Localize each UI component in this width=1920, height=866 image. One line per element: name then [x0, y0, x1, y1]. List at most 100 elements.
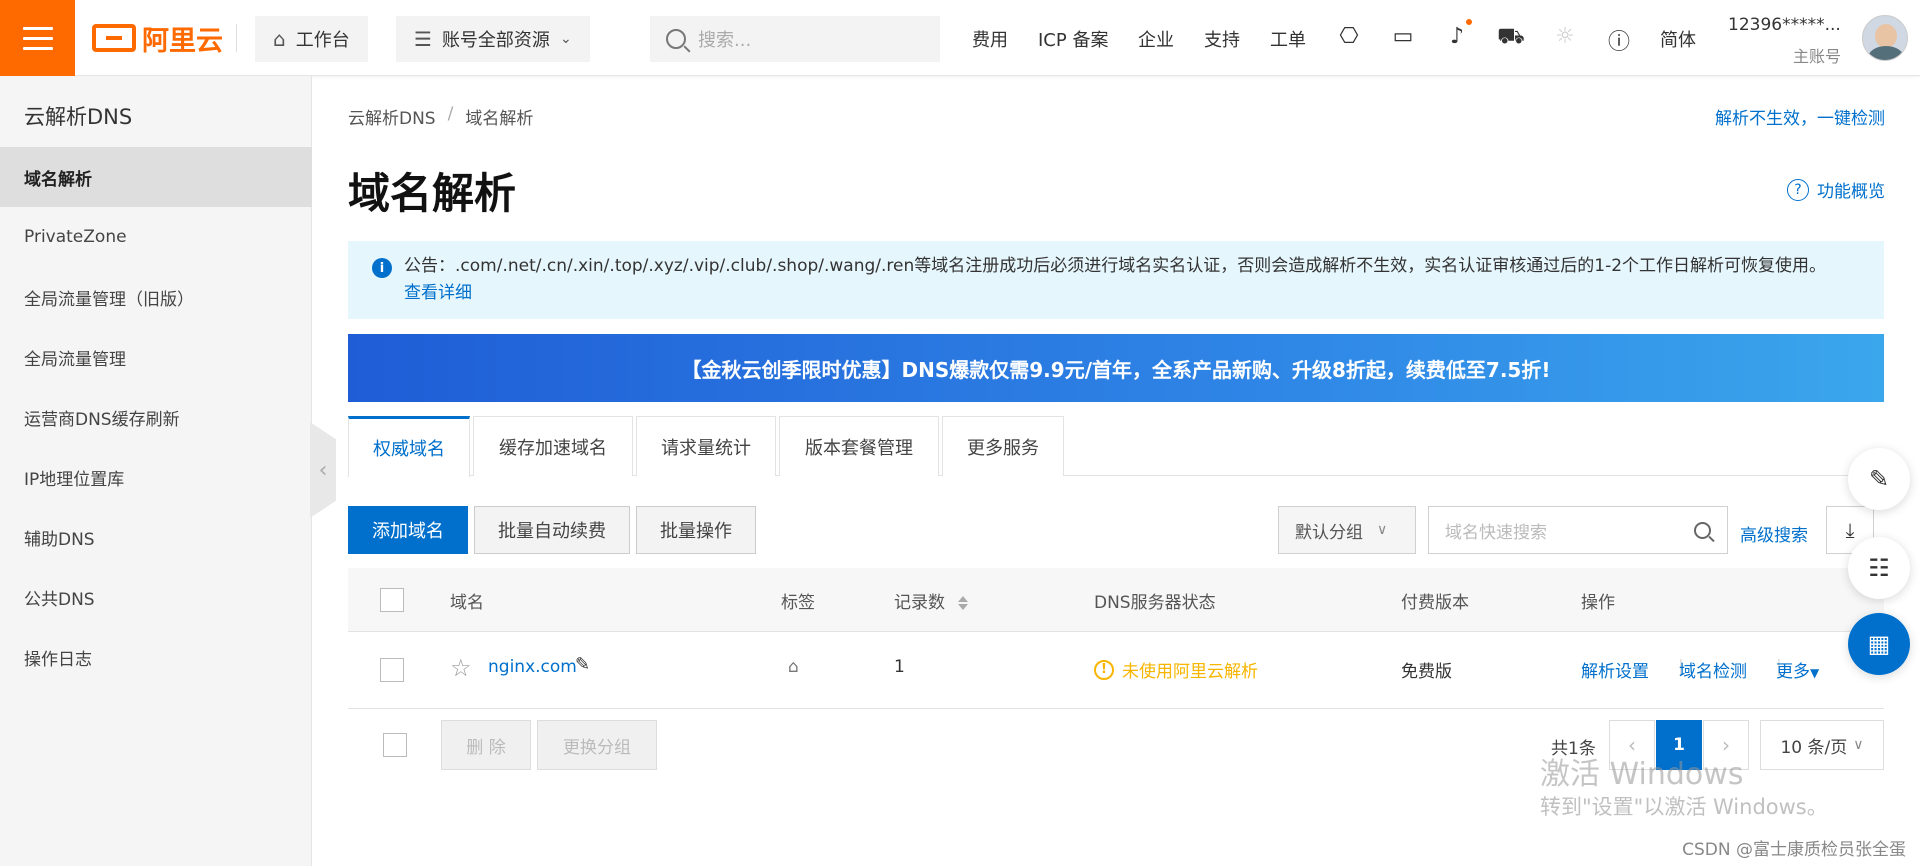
- sidebar-item-secondary-dns[interactable]: 辅助DNS: [0, 507, 312, 567]
- search-icon: [666, 29, 686, 49]
- sidebar-item-privatezone[interactable]: PrivateZone: [0, 207, 312, 267]
- edit-icon[interactable]: ✎: [575, 654, 590, 675]
- more-actions-label: 更多: [1776, 662, 1810, 682]
- question-icon: ?: [1787, 178, 1809, 201]
- star-icon[interactable]: ☆: [450, 654, 472, 682]
- chat-icon[interactable]: ☷: [1848, 537, 1910, 599]
- delete-button[interactable]: 删 除: [441, 720, 531, 770]
- more-actions-link[interactable]: 更多▼: [1776, 657, 1819, 682]
- home-icon: ⌂: [273, 27, 286, 51]
- column-domain: 域名: [450, 593, 484, 613]
- divider: [236, 24, 237, 52]
- aliyun-logo[interactable]: 阿里云: [92, 22, 223, 57]
- add-domain-button[interactable]: 添加域名: [348, 506, 468, 554]
- global-search-input[interactable]: 搜索...: [650, 16, 940, 62]
- workbench-button[interactable]: ⌂ 工作台: [255, 16, 368, 62]
- api-icon[interactable]: ⎔: [1335, 24, 1363, 49]
- edit-float-icon[interactable]: ✎: [1848, 448, 1910, 510]
- notification-dot: [1466, 19, 1472, 25]
- page-size-select[interactable]: 10 条/页 ∨: [1760, 720, 1884, 770]
- language-switch[interactable]: 简体: [1660, 26, 1696, 52]
- lightbulb-icon[interactable]: ☼: [1551, 24, 1579, 49]
- tab-cache-acceleration[interactable]: 缓存加速域名: [473, 416, 633, 476]
- tab-request-stats[interactable]: 请求量统计: [636, 416, 776, 476]
- chevron-down-icon: ⌄: [559, 31, 572, 47]
- nav-support[interactable]: 支持: [1204, 26, 1240, 52]
- domain-check-link[interactable]: 域名检测: [1679, 657, 1747, 682]
- windows-activation-hint: 转到"设置"以激活 Windows。: [1540, 795, 1828, 819]
- footer-select-all-checkbox[interactable]: [383, 733, 407, 757]
- search-icon[interactable]: [1694, 521, 1711, 539]
- cart-icon[interactable]: ⛟: [1497, 24, 1525, 52]
- avatar[interactable]: [1862, 15, 1908, 61]
- sidebar-item-isp-cache-refresh[interactable]: 运营商DNS缓存刷新: [0, 387, 312, 447]
- nav-tickets[interactable]: 工单: [1270, 26, 1306, 52]
- search-placeholder: 搜索...: [698, 30, 752, 51]
- resources-dropdown[interactable]: ☰ 账号全部资源 ⌄: [396, 16, 590, 62]
- one-click-check-link[interactable]: 解析不生效，一键检测: [1715, 104, 1885, 129]
- sidebar-collapse-handle[interactable]: ‹: [310, 422, 336, 518]
- breadcrumb-item[interactable]: 云解析DNS: [348, 104, 436, 129]
- announcement-notice: i 公告：.com/.net/.cn/.xin/.top/.xyz/.vip/.…: [348, 241, 1884, 319]
- sidebar-item-operation-log[interactable]: 操作日志: [0, 627, 312, 687]
- tab-more-services[interactable]: 更多服务: [942, 416, 1064, 476]
- aliyun-logo-icon: [92, 24, 136, 52]
- row-checkbox[interactable]: [380, 658, 404, 682]
- feature-overview-label: 功能概览: [1817, 182, 1885, 202]
- nav-icp[interactable]: ICP 备案: [1038, 26, 1108, 52]
- sidebar-item-gtm-legacy[interactable]: 全局流量管理（旧版）: [0, 267, 312, 327]
- page-size-value: 10 条/页: [1780, 737, 1848, 758]
- tag-icon[interactable]: ⌂: [788, 657, 799, 677]
- chevron-down-icon: ∨: [1377, 522, 1388, 538]
- dns-status: ! 未使用阿里云解析: [1094, 657, 1258, 682]
- page-title: 域名解析: [348, 169, 517, 218]
- menu-icon[interactable]: [0, 0, 75, 76]
- change-group-button[interactable]: 更换分组: [537, 720, 657, 770]
- user-account-name[interactable]: 12396*****...: [1728, 15, 1841, 35]
- resolution-settings-link[interactable]: 解析设置: [1581, 657, 1649, 682]
- sidebar: 云解析DNS 域名解析 PrivateZone 全局流量管理（旧版） 全局流量管…: [0, 76, 312, 866]
- resources-label: 账号全部资源: [441, 30, 550, 51]
- select-all-checkbox[interactable]: [380, 588, 404, 612]
- table-row: ☆ nginx.com ✎ ⌂ 1 ! 未使用阿里云解析 免费版 解析设置 | …: [348, 632, 1884, 709]
- group-select[interactable]: 默认分组 ∨: [1278, 506, 1416, 554]
- terminal-icon[interactable]: ▭: [1389, 24, 1417, 49]
- sidebar-item-domain-resolution[interactable]: 域名解析: [0, 147, 312, 207]
- notice-details-link[interactable]: 查看详细: [404, 280, 1864, 307]
- plan-version: 免费版: [1401, 662, 1452, 682]
- tab-authoritative-domains[interactable]: 权威域名: [348, 416, 470, 477]
- feature-overview-link[interactable]: ? 功能概览: [1787, 177, 1885, 202]
- advanced-search-link[interactable]: 高级搜索: [1740, 521, 1808, 546]
- stack-icon: ☰: [414, 27, 432, 51]
- notice-text: 公告：.com/.net/.cn/.xin/.top/.xyz/.vip/.cl…: [404, 256, 1827, 276]
- user-role: 主账号: [1793, 47, 1842, 66]
- apps-icon[interactable]: ▦: [1848, 613, 1910, 675]
- sidebar-title: 云解析DNS: [24, 105, 133, 129]
- group-select-value: 默认分组: [1295, 522, 1363, 543]
- column-record-count-label: 记录数: [894, 593, 945, 613]
- domain-search-input[interactable]: 域名快速搜索: [1428, 506, 1728, 554]
- promo-banner[interactable]: 【金秋云创季限时优惠】DNS爆款仅需9.9元/首年，全系产品新购、升级8折起，续…: [348, 334, 1884, 402]
- nav-enterprise[interactable]: 企业: [1138, 26, 1174, 52]
- domain-link[interactable]: nginx.com: [488, 657, 577, 677]
- workbench-label: 工作台: [295, 30, 350, 51]
- sidebar-item-gtm[interactable]: 全局流量管理: [0, 327, 312, 387]
- nav-billing[interactable]: 费用: [972, 26, 1008, 52]
- caret-down-icon: ▼: [1810, 666, 1820, 680]
- windows-activation-watermark: 激活 Windows: [1540, 757, 1744, 792]
- batch-auto-renew-button[interactable]: 批量自动续费: [474, 506, 630, 554]
- sidebar-item-public-dns[interactable]: 公共DNS: [0, 567, 312, 627]
- warning-icon: !: [1094, 659, 1114, 680]
- column-tag: 标签: [781, 593, 815, 613]
- tab-plan-management[interactable]: 版本套餐管理: [779, 416, 939, 476]
- help-icon[interactable]: ⓘ: [1605, 24, 1633, 56]
- top-navigation-bar: 阿里云 ⌂ 工作台 ☰ 账号全部资源 ⌄ 搜索... 费用 ICP 备案 企业 …: [0, 0, 1920, 76]
- sort-icon[interactable]: [958, 596, 969, 610]
- breadcrumb-item: 域名解析: [465, 109, 534, 129]
- batch-operation-button[interactable]: 批量操作: [636, 506, 756, 554]
- table-header: 域名 标签 记录数 DNS服务器状态 付费版本 操作: [348, 568, 1884, 632]
- dns-status-text: 未使用阿里云解析: [1122, 662, 1258, 682]
- column-record-count[interactable]: 记录数: [894, 588, 969, 613]
- sidebar-item-ip-geolocation[interactable]: IP地理位置库: [0, 447, 312, 507]
- bell-icon[interactable]: ♪: [1443, 24, 1471, 49]
